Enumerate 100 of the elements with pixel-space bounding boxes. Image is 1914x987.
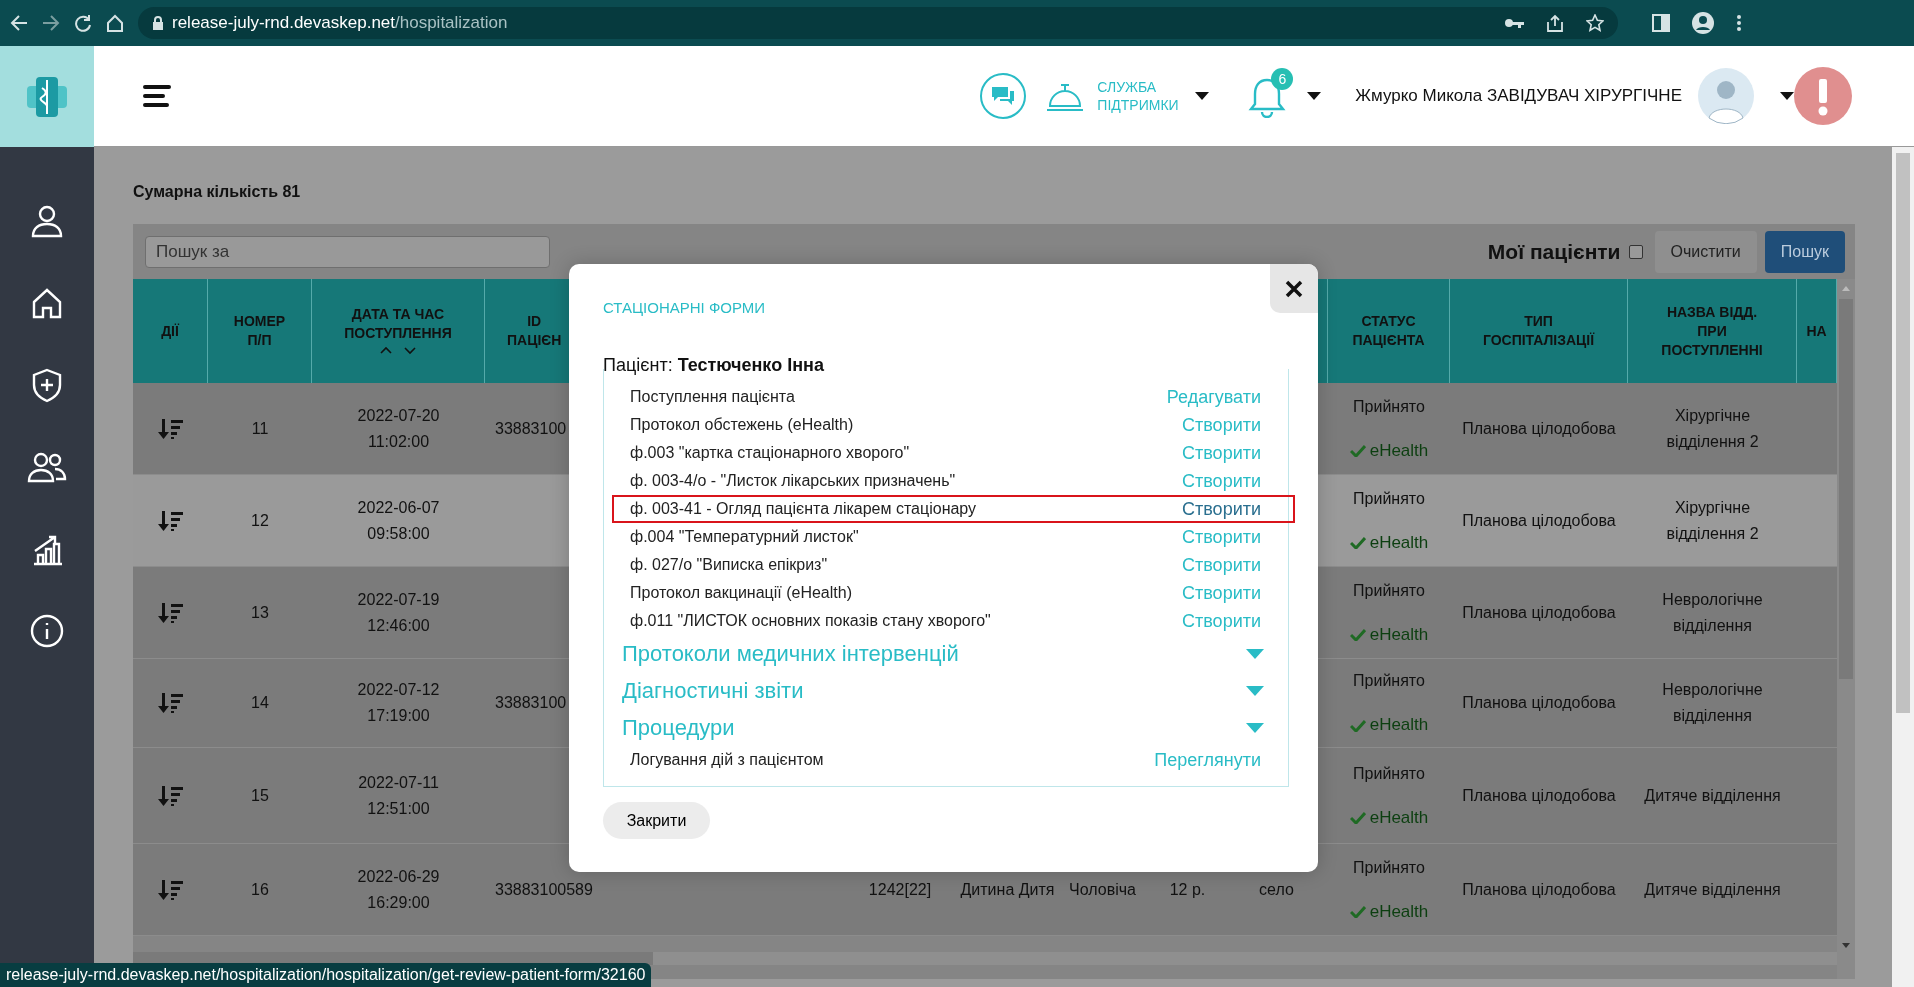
column-header[interactable]: СТАТУС ПАЦІЄНТА — [1352, 312, 1425, 350]
form-name: ф. 027/о "Виписка епікриз" — [630, 556, 828, 574]
user-icon — [29, 203, 65, 239]
form-name: Протокол обстежень (eHealth) — [630, 416, 854, 434]
table-cell-text: село — [1259, 879, 1294, 900]
ehealth-status: eHealth — [1349, 621, 1429, 648]
table-cell-text: 16 — [251, 879, 269, 900]
form-name: ф.011 "ЛИСТОК основних показів стану хворого" — [630, 612, 991, 630]
table-cell-text: Планова цілодобова — [1462, 602, 1616, 623]
admission-date: 2022-06-07 — [357, 497, 440, 518]
form-action-link[interactable]: Переглянути — [1154, 749, 1261, 771]
menu-icon[interactable] — [1736, 14, 1742, 32]
lock-icon — [152, 16, 164, 30]
table-cell-text: 13 — [251, 602, 269, 623]
close-icon[interactable] — [1270, 264, 1318, 313]
my-patients-checkbox[interactable] — [1628, 244, 1643, 259]
admission-time: 11:02:00 — [367, 431, 430, 452]
close-button[interactable]: Закрити — [603, 802, 710, 839]
sidebar-icon[interactable] — [1652, 14, 1670, 32]
admission-time: 09:58:00 — [367, 523, 430, 544]
share-icon[interactable] — [1546, 14, 1564, 32]
ehealth-status: eHealth — [1349, 898, 1429, 925]
section-toggle[interactable]: Протоколи медичних інтервенцій — [622, 640, 959, 667]
reload-icon[interactable] — [74, 14, 92, 32]
form-action-link[interactable]: Створити — [1182, 582, 1261, 604]
table-cell-text: 33883100 — [495, 693, 567, 713]
clear-button[interactable]: Очистити — [1654, 230, 1757, 273]
form-action-link[interactable]: Редагувати — [1166, 386, 1261, 408]
column-header[interactable]: ТИП ГОСПІТАЛІЗАЦІЇ — [1482, 312, 1595, 350]
table-cell-text: Хірургічне відділення 2 — [1665, 405, 1760, 452]
search-field[interactable]: Пошук за — [145, 235, 550, 268]
table-cell-text: Дитяче відділення — [1644, 879, 1781, 900]
table-scrollbar[interactable] — [1837, 279, 1855, 979]
section-toggle[interactable]: Діагностичні звіти — [622, 677, 804, 704]
form-action-link[interactable]: Створити — [1182, 442, 1261, 464]
status-text: Прийнято — [1353, 580, 1425, 601]
status-text: Прийнято — [1353, 671, 1425, 691]
table-cell-text: Чоловіча — [1069, 879, 1136, 900]
dialog-title: СТАЦІОНАРНІ ФОРМИ — [603, 299, 766, 316]
table-cell-text: Хірургічне відділення 2 — [1665, 497, 1760, 544]
forward-icon[interactable] — [42, 14, 60, 32]
table-cell-text: 11 — [251, 418, 269, 439]
search-button[interactable]: Пошук — [1764, 230, 1845, 273]
admission-date: 2022-07-11 — [358, 772, 439, 793]
admission-date: 2022-07-19 — [357, 589, 440, 610]
support-link[interactable]: СЛУЖБА ПІДТРИМКИ — [1097, 78, 1182, 114]
admission-date: 2022-07-12 — [357, 680, 440, 700]
status-text: Прийнято — [1353, 396, 1425, 417]
column-header[interactable]: ДІЇ — [161, 321, 179, 341]
sort-actions-icon[interactable] — [157, 878, 184, 901]
sort-actions-icon[interactable] — [157, 601, 184, 624]
table-cell-text: 1242[22] — [868, 879, 932, 900]
admission-time: 17:19:00 — [367, 706, 430, 726]
column-header[interactable]: НОМЕР П/П — [233, 312, 286, 350]
form-action-link[interactable]: Створити — [1182, 498, 1261, 520]
form-name: Логування дій з пацієнтом — [630, 751, 824, 769]
table-cell-text: Планова цілодобова — [1462, 785, 1616, 806]
check-icon — [1349, 905, 1366, 918]
form-name: Протокол вакцинації (eHealth) — [630, 584, 852, 602]
notification-badge: 6 — [1271, 68, 1294, 90]
caret-down-icon — [1246, 685, 1264, 696]
column-header[interactable]: ID ПАЦІЄН — [507, 312, 562, 350]
menu-icon[interactable] — [143, 85, 171, 107]
form-action-link[interactable]: Створити — [1182, 554, 1261, 576]
form-action-link[interactable]: Створити — [1182, 470, 1261, 492]
key-icon[interactable] — [1504, 16, 1524, 30]
horizontal-scrollbar[interactable] — [133, 952, 1837, 965]
total-count: Сумарна кількість 81 — [133, 183, 301, 202]
address-bar[interactable]: release-july-rnd.devaskep.net/hospitalization — [138, 7, 1618, 39]
table-cell-text: Планова цілодобова — [1462, 510, 1616, 531]
home-icon[interactable] — [106, 14, 124, 32]
section-toggle[interactable]: Процедури — [622, 714, 735, 741]
form-name: ф.003 "картка стаціонарного хворого" — [630, 444, 910, 462]
form-action-link[interactable]: Створити — [1182, 414, 1261, 436]
user-name[interactable]: Жмурко Микола ЗАВІДУВАЧ ХІРУРГІЧНЕ — [1355, 86, 1682, 106]
sort-actions-icon[interactable] — [157, 692, 184, 714]
form-action-link[interactable]: Створити — [1182, 526, 1261, 548]
table-cell-text: 33883100589 — [495, 879, 593, 900]
caret-icon — [1307, 92, 1322, 100]
back-icon[interactable] — [10, 14, 28, 32]
admission-time: 12:51:00 — [367, 798, 430, 819]
sort-actions-icon[interactable] — [157, 417, 184, 440]
sort-actions-icon[interactable] — [157, 784, 184, 807]
status-text: Прийнято — [1353, 488, 1425, 509]
table-cell-text: Планова цілодобова — [1462, 693, 1616, 713]
table-cell-text: Дитяче відділення — [1644, 785, 1781, 806]
column-header[interactable]: ДАТА ТА ЧАС ПОСТУПЛЕННЯ — [344, 305, 452, 343]
form-action-link[interactable]: Створити — [1182, 610, 1261, 632]
form-name: ф. 003-4/о - "Листок лікарських призначень" — [630, 472, 956, 490]
check-icon — [1349, 628, 1366, 641]
status-text: Прийнято — [1353, 857, 1425, 878]
admission-date: 2022-06-29 — [357, 866, 440, 887]
column-header[interactable]: НА — [1806, 321, 1827, 341]
star-icon[interactable] — [1586, 14, 1604, 32]
page-scrollbar[interactable] — [1892, 147, 1914, 987]
sort-actions-icon[interactable] — [157, 509, 184, 532]
table-cell-text: 14 — [251, 693, 269, 713]
form-name: Поступлення пацієнта — [630, 388, 795, 406]
column-header[interactable]: НАЗВА ВІДД. ПРИ ПОСТУПЛЕННІ — [1661, 302, 1763, 360]
profile-icon[interactable] — [1692, 12, 1714, 34]
